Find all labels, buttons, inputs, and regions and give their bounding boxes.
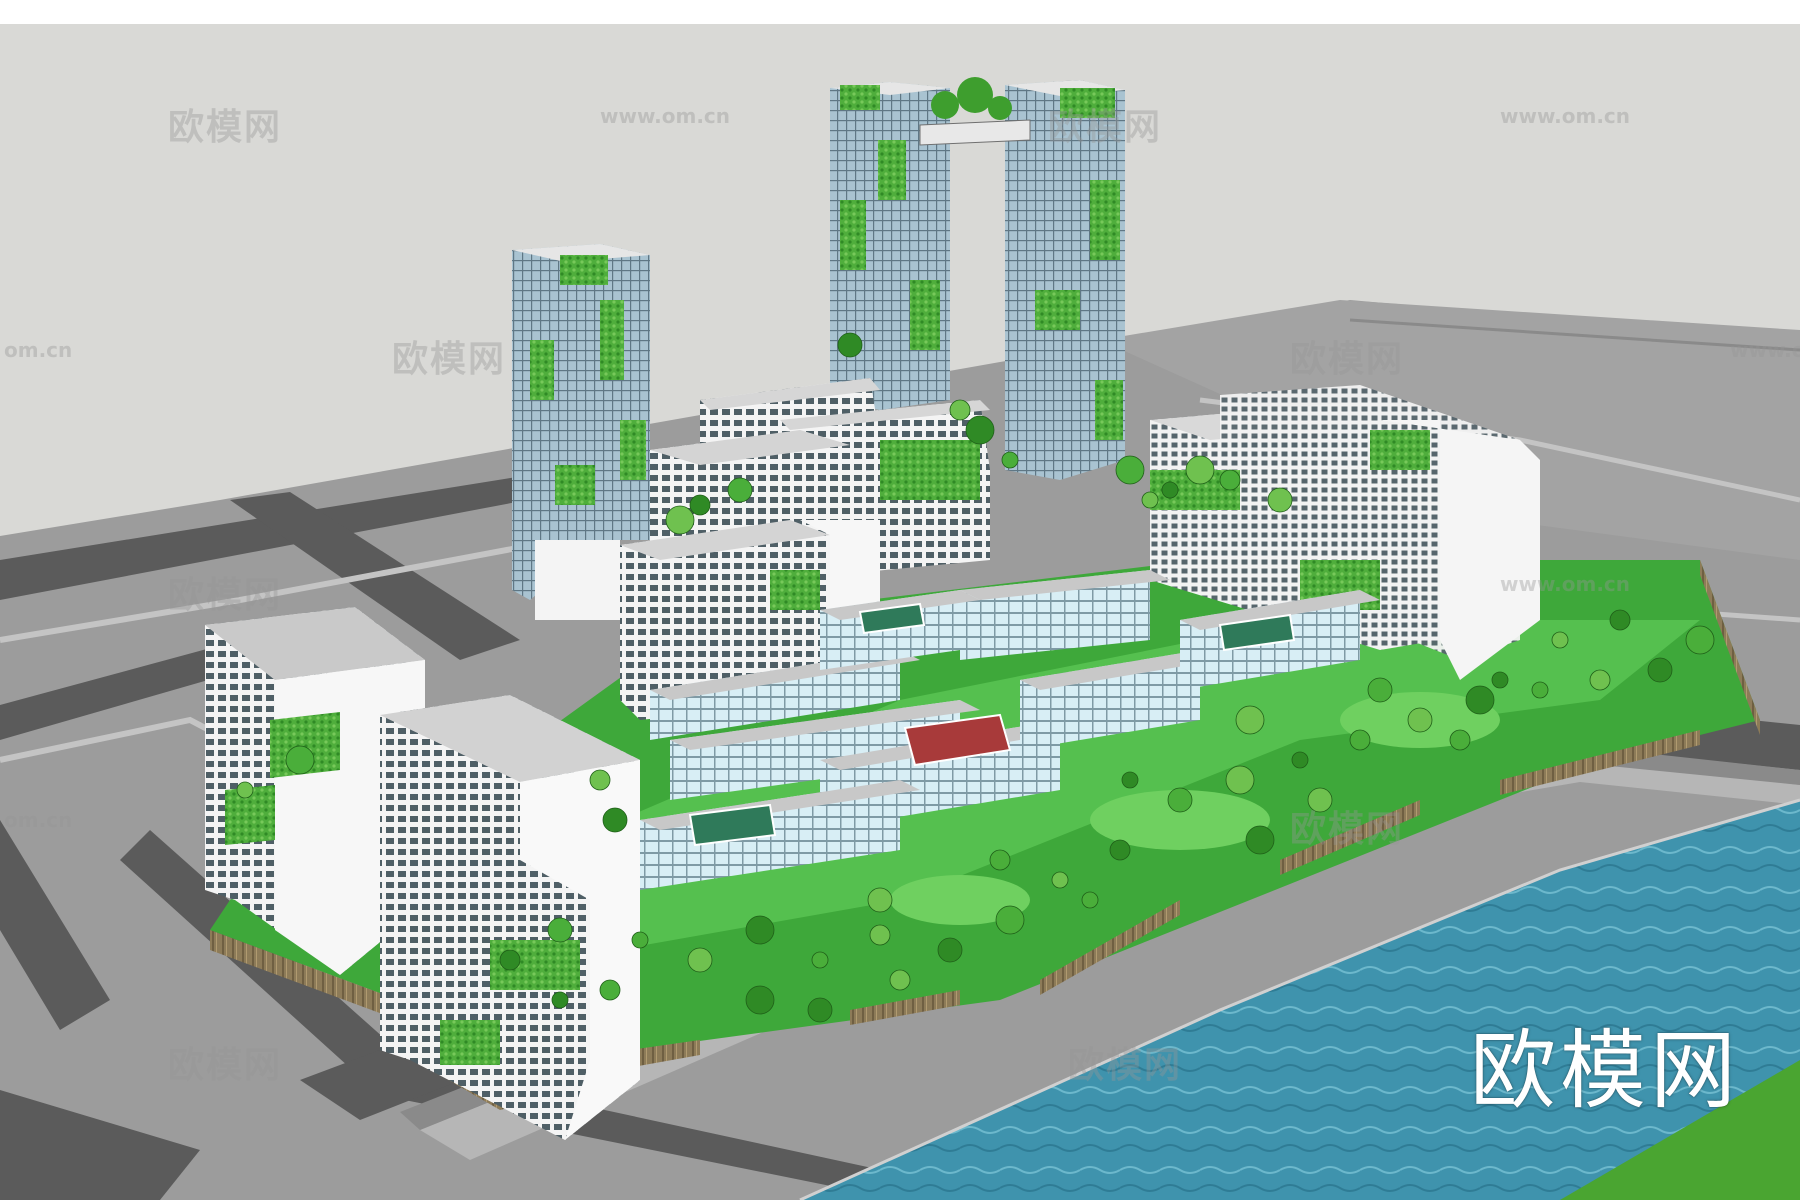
tree-icon (1465, 685, 1495, 715)
tree-icon (1531, 681, 1549, 699)
tree-icon (1185, 455, 1215, 485)
tree-icon (1685, 625, 1715, 655)
tree-icon (1609, 609, 1631, 631)
tree-icon (499, 949, 521, 971)
tree-icon (689, 494, 711, 516)
tree-icon (1051, 871, 1069, 889)
tree-icon (599, 979, 621, 1001)
tree-icon (1141, 491, 1159, 509)
tree-icon (1267, 487, 1293, 513)
tree-icon (551, 991, 569, 1009)
model-render: 欧模网 www.om.cn 欧模网 www.om.cn om.cn 欧模网 欧模… (0, 0, 1800, 1200)
top-bar (0, 0, 1800, 24)
tree-icon (1109, 839, 1131, 861)
tree-icon (665, 505, 695, 535)
tree-icon (995, 905, 1025, 935)
tree-icon (1245, 825, 1275, 855)
tree-icon (1001, 451, 1019, 469)
tree-icon (989, 849, 1011, 871)
tree-icon (547, 917, 573, 943)
tree-icon (631, 931, 649, 949)
tree-icon (745, 985, 775, 1015)
tree-icon (937, 937, 963, 963)
tree-icon (1219, 469, 1241, 491)
tree-icon (1349, 729, 1371, 751)
tree-icon (745, 915, 775, 945)
tree-icon (1449, 729, 1471, 751)
tree-icon (867, 887, 893, 913)
tree-icon (869, 924, 891, 946)
tree-icon (1307, 787, 1333, 813)
tree-icon (1121, 771, 1139, 789)
tree-icon (602, 807, 628, 833)
tree-icon (811, 951, 829, 969)
tree-icon (837, 332, 863, 358)
tree-icon (949, 399, 971, 421)
tree-icon (1551, 631, 1569, 649)
tree-icon (1589, 669, 1611, 691)
tree-icon (1491, 671, 1509, 689)
tree-icon (807, 997, 833, 1023)
tree-icon (285, 745, 315, 775)
tree-icon (1407, 707, 1433, 733)
tree-icon (1291, 751, 1309, 769)
aerial-scene (0, 0, 1800, 1200)
tree-icon (589, 769, 611, 791)
tree-icon (1367, 677, 1393, 703)
tree-icon (687, 947, 713, 973)
tree-icon (1647, 657, 1673, 683)
tree-icon (236, 781, 254, 799)
tree-icon (1235, 705, 1265, 735)
tree-icon (1115, 455, 1145, 485)
tree-icon (1167, 787, 1193, 813)
tree-icon (1081, 891, 1099, 909)
tree-icon (965, 415, 995, 445)
tree-icon (889, 969, 911, 991)
tree-icon (1161, 481, 1179, 499)
tree-icon (727, 477, 753, 503)
tree-icon (1225, 765, 1255, 795)
